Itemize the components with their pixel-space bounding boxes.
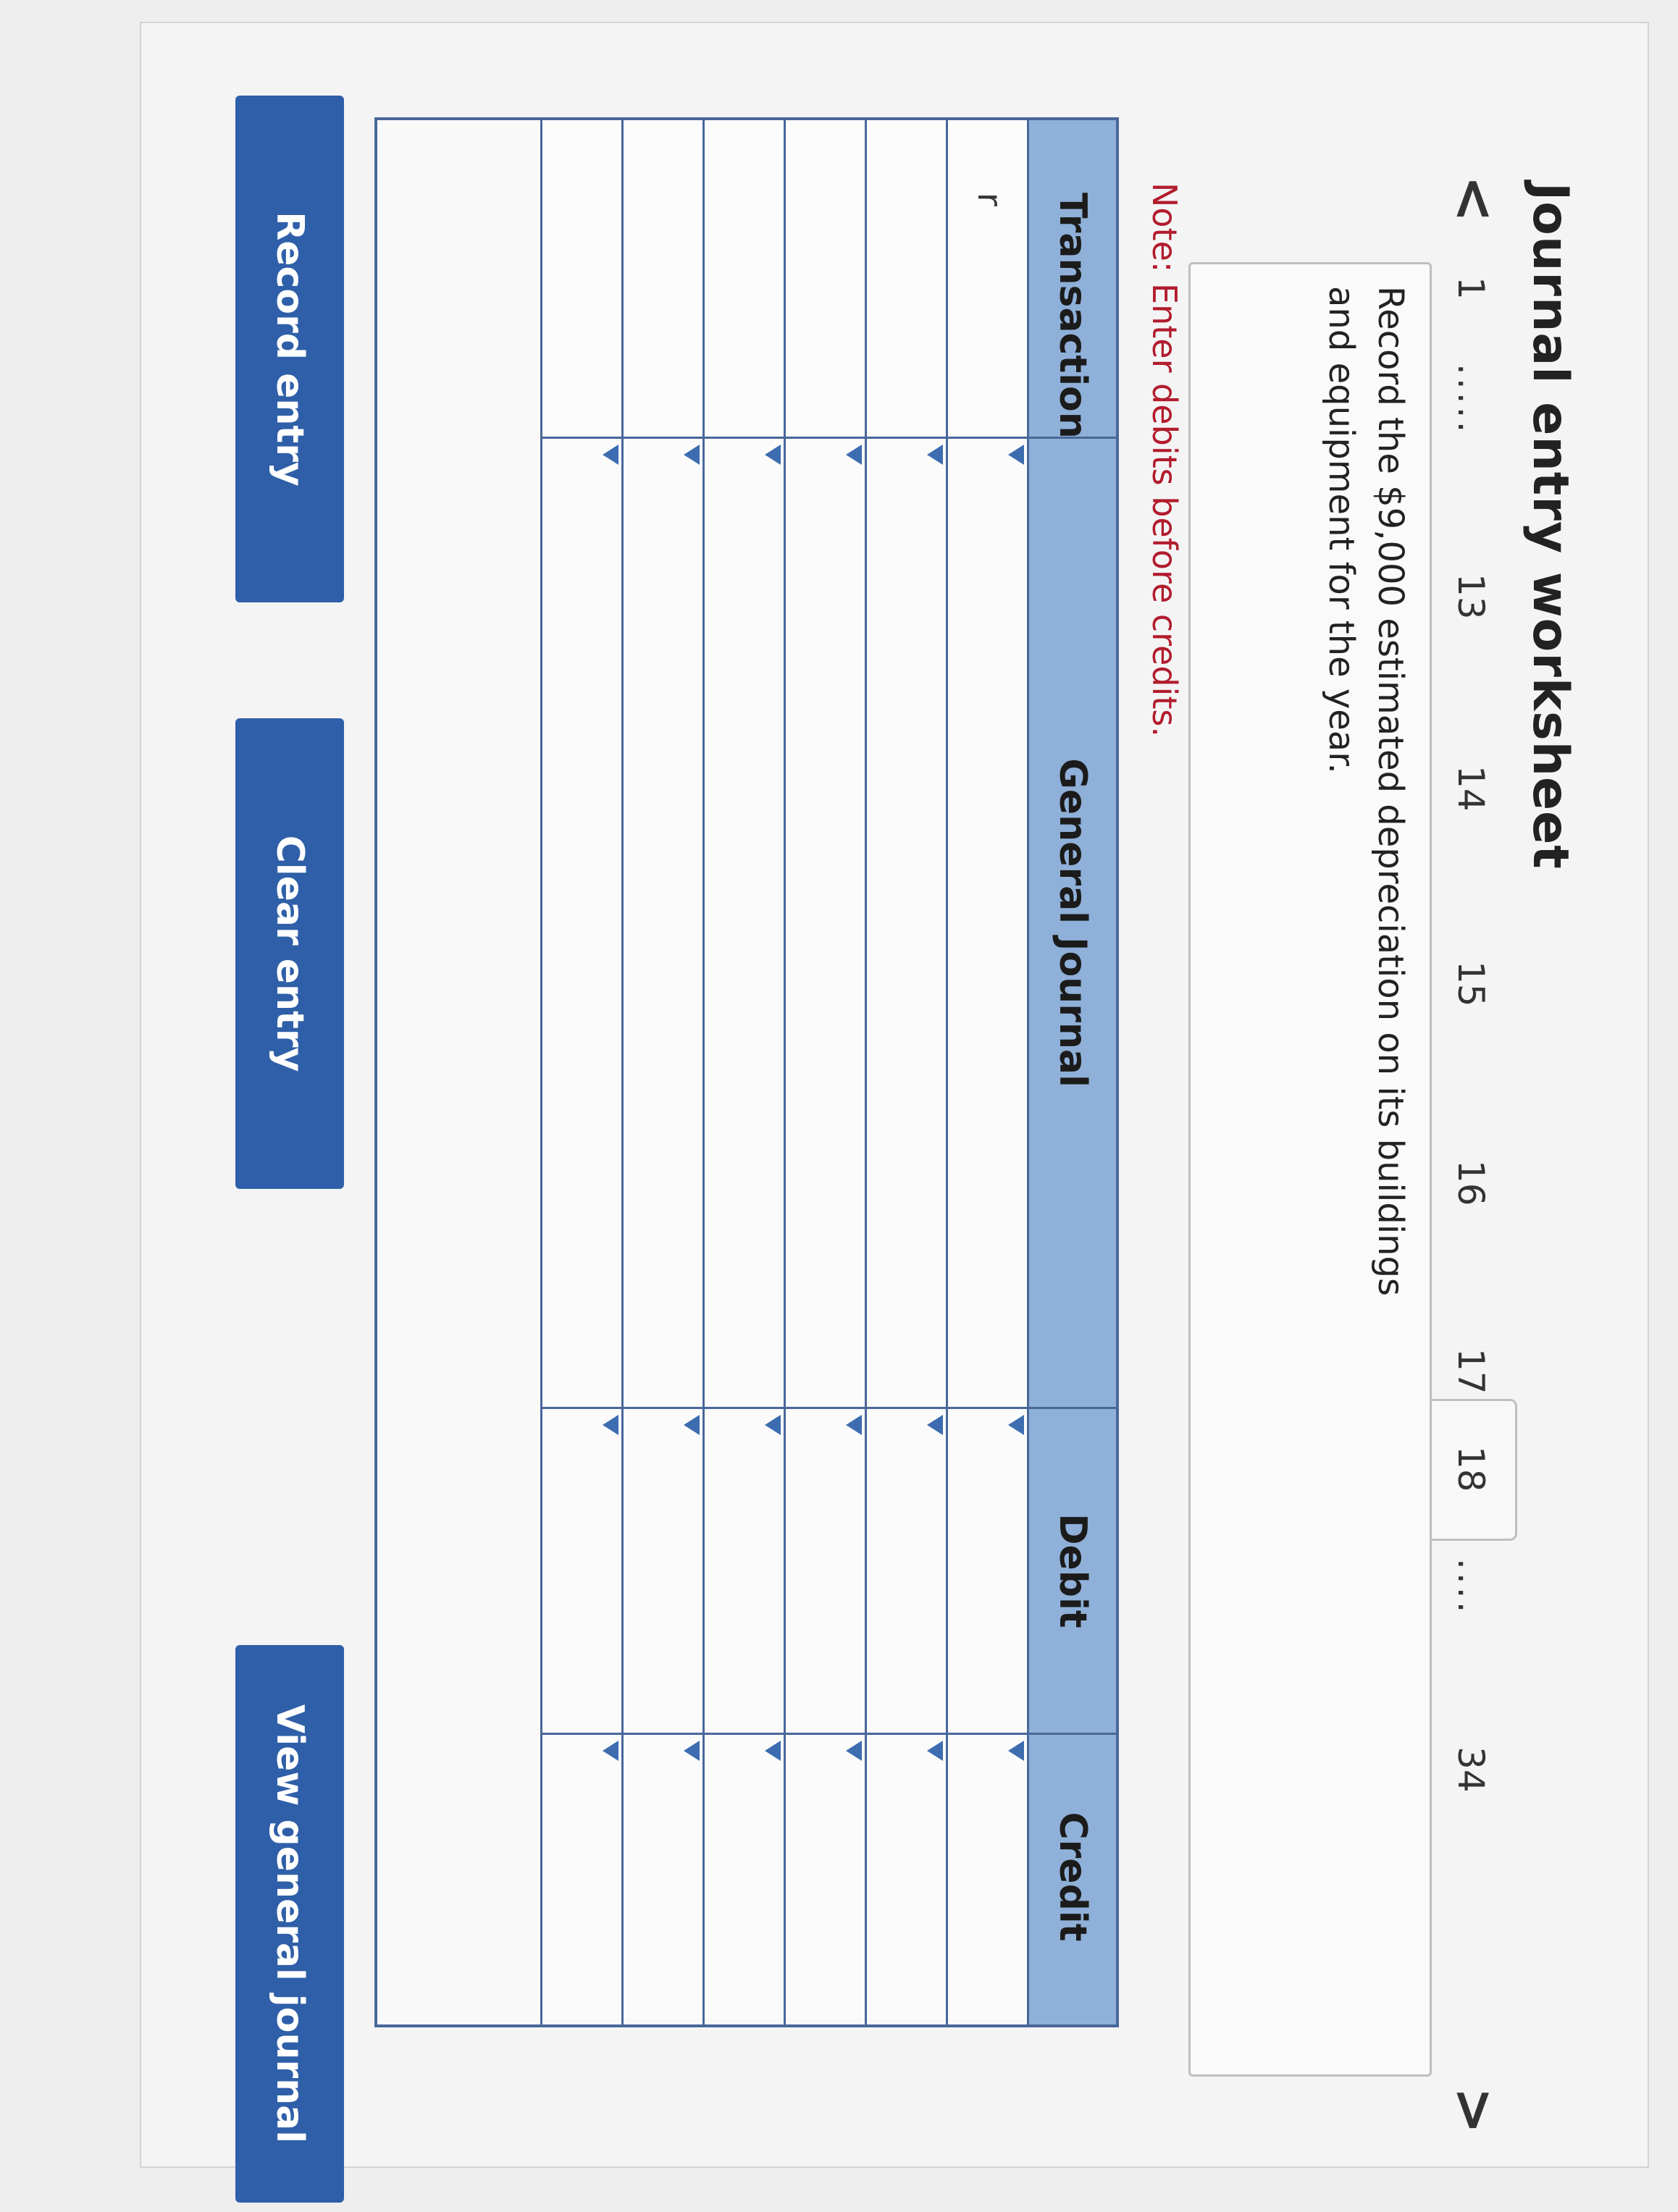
credit-input[interactable] [624,1735,702,2019]
dropdown-arrow-icon [927,445,943,465]
header-transaction: Transaction [1029,120,1116,439]
note-text: Note: Enter debits before credits. [1145,182,1184,737]
worksheet-card: Journal entry worksheet < 1 ..... 13 14 … [140,22,1649,2203]
dropdown-arrow-icon [684,445,700,465]
dropdown-arrow-icon [927,1741,943,1761]
dropdown-arrow-icon [1008,1741,1024,1761]
dropdown-arrow-icon [927,1415,943,1435]
worksheet-screen: Journal entry worksheet < 1 ..... 13 14 … [0,0,1678,2212]
debit-input[interactable] [786,1409,865,1735]
credit-input[interactable] [867,1735,946,2019]
table-row [542,120,624,2024]
debit-input[interactable] [867,1409,946,1735]
dropdown-arrow-icon [846,445,862,465]
transaction-cell [624,120,702,439]
account-select[interactable] [867,439,946,1409]
dropdown-arrow-icon [603,445,618,465]
table-header: Transaction General Journal Debit Credit [1029,120,1116,2024]
transaction-cell [867,120,946,439]
table-footer-space [380,120,542,2024]
account-select[interactable] [948,439,1027,1409]
table-row [867,120,948,2024]
chevron-left-icon[interactable]: < [1441,175,1506,222]
dropdown-arrow-icon [846,1741,862,1761]
dropdown-arrow-icon [1008,445,1024,465]
dropdown-arrow-icon [1008,1415,1024,1435]
credit-input[interactable] [705,1735,784,2019]
dropdown-arrow-icon [684,1741,700,1761]
pager-ellipsis-end: .... [1450,1558,1492,1616]
header-debit: Debit [1029,1409,1116,1735]
question-text: Record the $9,000 estimated depreciation… [1321,286,1411,1297]
pager-item-18[interactable]: 18 [1450,1446,1492,1492]
clear-entry-button[interactable]: Clear entry [235,718,344,1189]
pager-item-17[interactable]: 17 [1450,1348,1492,1395]
debit-input[interactable] [705,1409,784,1735]
debit-input[interactable] [948,1409,1027,1735]
debit-input[interactable] [624,1409,702,1735]
pager-item-34[interactable]: 34 [1450,1746,1492,1793]
transaction-label: r [970,193,1010,206]
view-general-journal-button[interactable]: View general journal [235,1645,344,2203]
record-entry-button[interactable]: Record entry [235,96,344,602]
page-title: Journal entry worksheet [1522,182,1579,870]
dropdown-arrow-icon [765,1415,781,1435]
table-row [624,120,705,2024]
pager-ellipsis-start: ..... [1450,363,1492,436]
dropdown-arrow-icon [684,1415,700,1435]
pager-item-13[interactable]: 13 [1450,573,1492,620]
credit-input[interactable] [786,1735,865,2019]
credit-input[interactable] [542,1735,621,2019]
dropdown-arrow-icon [765,1741,781,1761]
general-journal-table: Transaction General Journal Debit Credit… [374,117,1119,2027]
table-row [705,120,786,2024]
account-select[interactable] [542,439,621,1409]
transaction-cell [542,120,621,439]
account-select[interactable] [705,439,784,1409]
transaction-cell [705,120,784,439]
account-select[interactable] [786,439,865,1409]
transaction-cell: r [948,120,1027,439]
table-row [786,120,867,2024]
header-credit: Credit [1051,1812,1094,1942]
chevron-right-icon[interactable]: > [1441,2087,1506,2134]
question-panel: Record the $9,000 estimated depreciation… [1188,262,1432,2077]
dropdown-arrow-icon [603,1415,618,1435]
transaction-cell [786,120,865,439]
pager-item-15[interactable]: 15 [1450,961,1492,1007]
credit-input[interactable] [948,1735,1027,2019]
pager-item-16[interactable]: 16 [1450,1160,1492,1206]
table-row: r [948,120,1029,2024]
pager-item-1[interactable]: 1 [1450,277,1492,300]
account-select[interactable] [624,439,702,1409]
debit-input[interactable] [542,1409,621,1735]
dropdown-arrow-icon [603,1741,618,1761]
header-general-journal: General Journal [1029,439,1116,1409]
dropdown-arrow-icon [846,1415,862,1435]
pager-item-14[interactable]: 14 [1450,765,1492,812]
dropdown-arrow-icon [765,445,781,465]
